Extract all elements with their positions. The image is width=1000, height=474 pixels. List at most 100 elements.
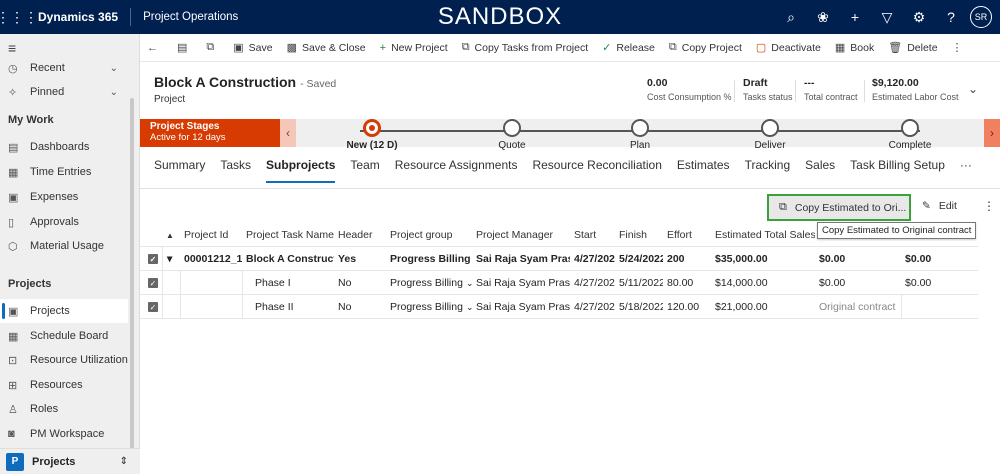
- cell-project-group[interactable]: Progress Billing: [386, 247, 472, 271]
- bpf-next-chevron-icon[interactable]: ›: [984, 119, 1000, 147]
- bpf-stage-quote[interactable]: Quote: [462, 119, 562, 151]
- sort-ascending-icon[interactable]: ▲: [164, 223, 178, 247]
- cell-project-manager[interactable]: Sai Raja Syam Prasad: [472, 247, 570, 271]
- release-button[interactable]: ✓ Release: [595, 34, 662, 62]
- table-row[interactable]: ✓ ▾ 00001212_1 Block A Constructio Yes P…: [140, 247, 978, 271]
- cell-start[interactable]: 4/27/202: [570, 247, 615, 271]
- cell-project-manager[interactable]: Sai Raja Syam Pras⌄: [472, 271, 570, 295]
- sidebar-item-material-usage[interactable]: ⬡ Material Usage: [0, 234, 128, 258]
- cell-effort[interactable]: 80.00: [663, 271, 711, 295]
- tab-tracking[interactable]: Tracking: [745, 158, 806, 180]
- tab-more-overflow[interactable]: ···: [960, 158, 987, 180]
- cell-task-name[interactable]: Phase I: [242, 271, 334, 295]
- sidebar-item-schedule-board[interactable]: ▦ Schedule Board: [0, 324, 128, 348]
- cell-contract-value[interactable]: $0.00: [901, 271, 977, 295]
- cell-project-group[interactable]: Progress Billing ⌄: [386, 295, 472, 319]
- lightbulb-icon[interactable]: ❀: [810, 4, 836, 30]
- expand-row-icon[interactable]: ▾: [162, 247, 180, 271]
- sidebar-item-resources[interactable]: ⊞ Resources: [0, 373, 128, 397]
- more-vertical-icon[interactable]: ⋮: [983, 199, 995, 213]
- search-icon[interactable]: ⌕: [778, 4, 804, 30]
- column-header-header[interactable]: Header: [334, 223, 386, 247]
- cell-header[interactable]: No: [334, 271, 386, 295]
- cell-project-id[interactable]: 00001212_1: [180, 247, 242, 271]
- sidebar-scrollbar[interactable]: [130, 98, 134, 468]
- bpf-previous-chevron-icon[interactable]: ‹: [280, 119, 296, 147]
- app-launcher-icon[interactable]: ⋮⋮⋮: [0, 0, 38, 34]
- back-button[interactable]: ←: [140, 34, 170, 62]
- tab-task-billing-setup[interactable]: Task Billing Setup: [850, 158, 960, 180]
- tab-sales[interactable]: Sales: [805, 158, 850, 180]
- cell-contract-value[interactable]: [901, 295, 977, 319]
- area-name[interactable]: Project Operations: [131, 11, 238, 23]
- sidebar-item-dashboards[interactable]: ▤ Dashboards: [0, 135, 128, 159]
- cell-original-contract[interactable]: $0.00: [815, 247, 901, 271]
- more-commands-button[interactable]: ⋮: [945, 34, 975, 62]
- bpf-stage-complete[interactable]: Complete: [860, 119, 960, 151]
- cell-effort[interactable]: 200: [663, 247, 711, 271]
- cell-project-group[interactable]: Progress Billing ⌄: [386, 271, 472, 295]
- cell-start[interactable]: 4/27/2022: [570, 271, 615, 295]
- cell-original-contract[interactable]: $0.00: [815, 271, 901, 295]
- cell-task-name[interactable]: Phase II: [242, 295, 334, 319]
- column-header-task-name[interactable]: Project Task Name: [242, 223, 334, 247]
- book-button[interactable]: ▦ Book: [828, 34, 881, 62]
- form-view-button[interactable]: ▤: [170, 34, 199, 62]
- cell-estimated-total-sales[interactable]: $21,000.00: [711, 295, 815, 319]
- sidebar-item-approvals[interactable]: ▯ Approvals: [0, 210, 128, 234]
- bpf-stage-deliver[interactable]: Deliver: [720, 119, 820, 151]
- table-row[interactable]: ✓ Phase II No Progress Billing ⌄ Sai Raja…: [140, 295, 978, 319]
- cell-task-name[interactable]: Block A Constructio: [242, 247, 334, 271]
- cell-project-manager[interactable]: Sai Raja Syam Pras⌄: [472, 295, 570, 319]
- copy-tasks-button[interactable]: ⧉ Copy Tasks from Project: [455, 34, 595, 62]
- chevron-down-icon[interactable]: ⌄: [110, 63, 118, 74]
- column-header-effort[interactable]: Effort: [663, 223, 711, 247]
- copy-project-button[interactable]: ⧉ Copy Project: [662, 34, 749, 62]
- bpf-stage-plan[interactable]: Plan: [590, 119, 690, 151]
- tab-team[interactable]: Team: [350, 158, 394, 180]
- cell-header[interactable]: No: [334, 295, 386, 319]
- sidebar-item-time-entries[interactable]: ▦ Time Entries: [0, 160, 128, 184]
- cell-estimated-total-sales[interactable]: $14,000.00: [711, 271, 815, 295]
- edit-button[interactable]: ✎ Edit: [922, 200, 957, 212]
- sidebar-item-resource-utilization[interactable]: ⊡ Resource Utilization: [0, 348, 128, 372]
- tab-subprojects[interactable]: Subprojects: [266, 158, 350, 183]
- cell-effort[interactable]: 120.00: [663, 295, 711, 319]
- cell-contract-value[interactable]: $0.00: [901, 247, 977, 271]
- tab-summary[interactable]: Summary: [154, 158, 220, 180]
- new-project-button[interactable]: + New Project: [373, 34, 455, 62]
- cell-finish[interactable]: 5/24/2022: [615, 247, 663, 271]
- chevron-down-icon[interactable]: ⌄: [110, 87, 118, 98]
- table-row[interactable]: ✓ Phase I No Progress Billing ⌄ Sai Raja …: [140, 271, 978, 295]
- tab-resource-assignments[interactable]: Resource Assignments: [395, 158, 533, 180]
- sidebar-item-roles[interactable]: ♙ Roles: [0, 397, 128, 421]
- avatar[interactable]: SR: [970, 6, 992, 28]
- process-stages-box[interactable]: Project Stages Active for 12 days: [140, 119, 280, 147]
- save-button[interactable]: ▣ Save: [226, 34, 279, 62]
- app-name[interactable]: Dynamics 365: [34, 8, 132, 26]
- cell-finish[interactable]: 5/11/2022: [615, 271, 663, 295]
- settings-gear-icon[interactable]: ⚙: [906, 4, 932, 30]
- column-header-project-group[interactable]: Project group: [386, 223, 472, 247]
- cell-finish[interactable]: 5/18/2022: [615, 295, 663, 319]
- sidebar-item-expenses[interactable]: ▣ Expenses: [0, 185, 128, 209]
- column-header-finish[interactable]: Finish: [615, 223, 663, 247]
- bpf-stage-new[interactable]: New (12 D): [322, 119, 422, 151]
- tab-resource-reconciliation[interactable]: Resource Reconciliation: [532, 158, 676, 180]
- filter-icon[interactable]: ▽: [874, 4, 900, 30]
- tab-estimates[interactable]: Estimates: [677, 158, 745, 180]
- row-checkbox[interactable]: ✓: [144, 295, 162, 319]
- cell-header[interactable]: Yes: [334, 247, 386, 271]
- delete-button[interactable]: 🗑 Delete: [881, 34, 944, 62]
- cell-start[interactable]: 4/27/2022: [570, 295, 615, 319]
- expand-header-chevron-icon[interactable]: ⌄: [968, 82, 978, 96]
- column-header-project-id[interactable]: Project Id: [180, 223, 242, 247]
- sidebar-item-projects[interactable]: ▣ Projects: [0, 299, 128, 323]
- tab-tasks[interactable]: Tasks: [220, 158, 266, 180]
- deactivate-button[interactable]: ▢ Deactivate: [749, 34, 828, 62]
- sidebar-item-pinned[interactable]: ✧ Pinned ⌄: [0, 80, 128, 104]
- row-checkbox[interactable]: ✓: [144, 271, 162, 295]
- popout-button[interactable]: ⧉: [199, 34, 226, 62]
- area-switcher[interactable]: P Projects ⇕: [0, 448, 140, 474]
- help-icon[interactable]: ?: [938, 4, 964, 30]
